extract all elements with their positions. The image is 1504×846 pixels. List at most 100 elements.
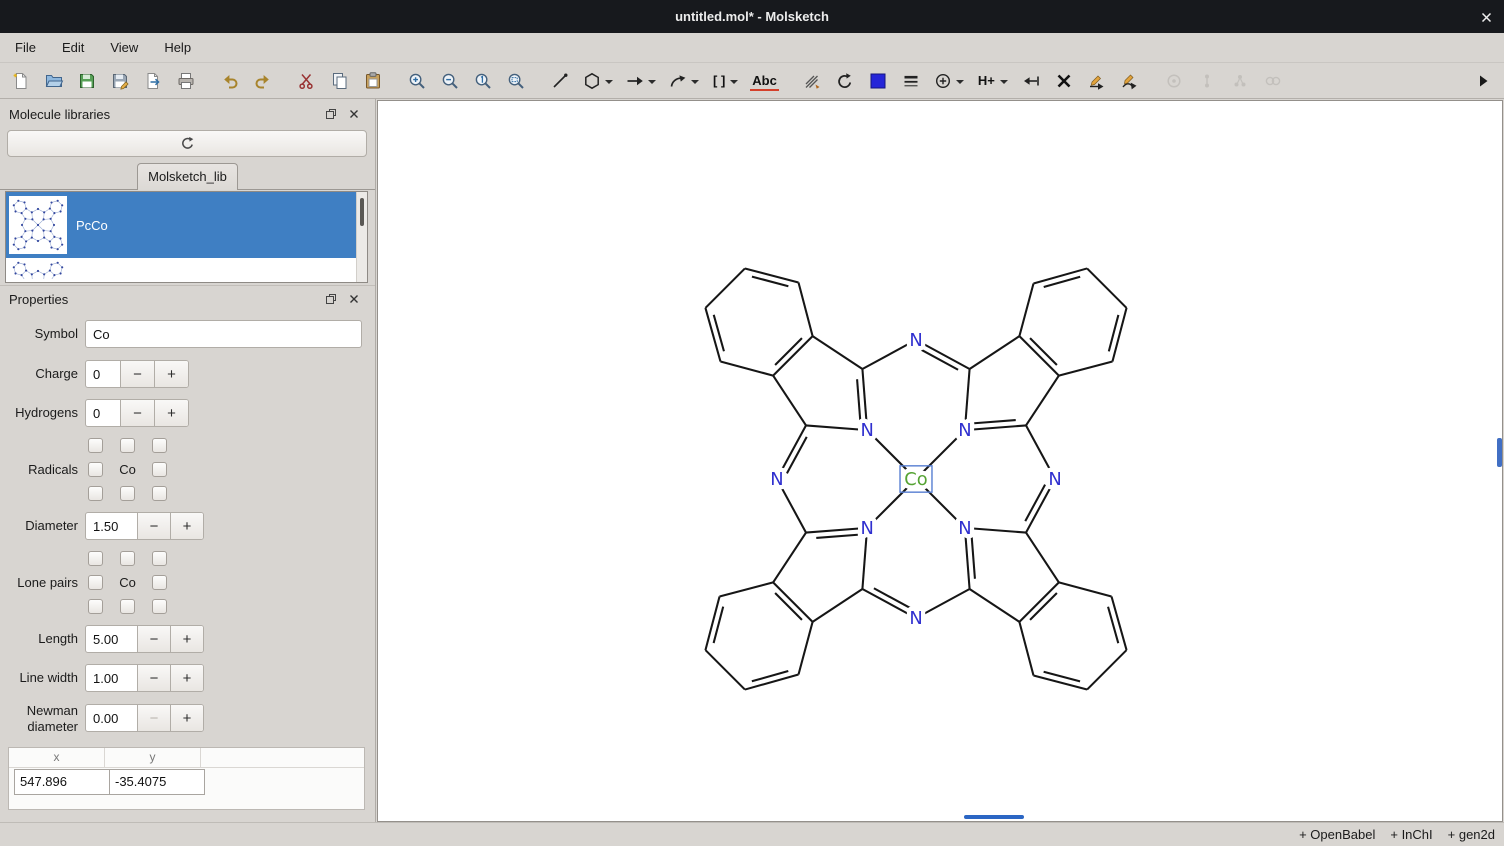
newman-increment-button[interactable]: + (170, 705, 203, 731)
export-button[interactable] (140, 67, 166, 95)
lone-pair-checkbox[interactable] (152, 551, 167, 566)
save-file-button[interactable] (74, 67, 100, 95)
line-width-value[interactable]: 1.00 (86, 665, 137, 691)
line-width-decrement-button[interactable]: − (137, 665, 170, 691)
zoom-in-button[interactable] (404, 67, 430, 95)
hydrogen-tool-button[interactable]: H+ (974, 67, 1011, 95)
float-panel-icon[interactable] (323, 291, 339, 307)
arrow-tool-button[interactable] (623, 67, 659, 95)
window-close-button[interactable] (1478, 9, 1494, 25)
arrow-tool-dropdown-arrow[interactable] (645, 74, 657, 88)
bracket-tool-dropdown-arrow[interactable] (727, 74, 739, 88)
charge-tool-button[interactable] (931, 67, 967, 95)
length-increment-button[interactable]: + (170, 626, 203, 652)
close-panel-icon[interactable] (346, 291, 362, 307)
length-decrement-button[interactable]: − (137, 626, 170, 652)
library-scrollbar[interactable] (356, 192, 367, 282)
optimize-disabled-button[interactable] (1161, 67, 1187, 95)
menu-view[interactable]: View (97, 35, 151, 60)
charge-decrement-button[interactable]: − (120, 361, 154, 387)
library-item-next-partial[interactable] (6, 258, 367, 281)
refresh-library-button[interactable] (7, 130, 367, 157)
ring-pair-disabled-button[interactable] (1260, 67, 1286, 95)
lone-pair-checkbox[interactable] (120, 551, 135, 566)
ring-tool-button[interactable] (580, 67, 616, 95)
close-panel-icon[interactable] (346, 106, 362, 122)
library-item-pcco[interactable]: PcCo (6, 192, 367, 258)
bracket-tool-button[interactable]: [ ] (709, 67, 741, 95)
canvas-vertical-scrollbar-thumb[interactable] (1497, 438, 1502, 467)
radical-checkbox[interactable] (88, 486, 103, 501)
charge-increment-button[interactable]: + (154, 361, 188, 387)
zoom-out-button[interactable] (437, 67, 463, 95)
drawing-canvas[interactable]: NNNNNNNNCo (377, 100, 1503, 822)
align-tool-button[interactable] (1018, 67, 1044, 95)
diameter-value[interactable]: 1.50 (86, 513, 137, 539)
open-file-button[interactable] (41, 67, 67, 95)
coord-y-cell[interactable]: -35.4075 (109, 769, 205, 795)
radical-checkbox[interactable] (152, 462, 167, 477)
undo-button[interactable] (217, 67, 243, 95)
hydrogens-decrement-button[interactable]: − (120, 400, 154, 426)
newman-diameter-value[interactable]: 0.00 (86, 705, 137, 731)
color-swatch-button[interactable] (865, 67, 891, 95)
toolbar-extender-button[interactable] (1470, 67, 1496, 95)
lone-pair-checkbox[interactable] (88, 575, 103, 590)
copy-button[interactable] (327, 67, 353, 95)
lone-pair-checkbox[interactable] (88, 551, 103, 566)
radical-checkbox[interactable] (120, 438, 135, 453)
symbol-input[interactable] (85, 320, 362, 348)
coord-x-cell[interactable]: 547.896 (14, 769, 110, 795)
float-panel-icon[interactable] (323, 106, 339, 122)
menu-edit[interactable]: Edit (49, 35, 97, 60)
paste-button[interactable] (360, 67, 386, 95)
bond-info-disabled-button[interactable] (1194, 67, 1220, 95)
zoom-fit-button[interactable] (503, 67, 529, 95)
canvas-horizontal-scrollbar-thumb[interactable] (964, 815, 1024, 819)
tab-molsketch-lib[interactable]: Molsketch_lib (137, 163, 238, 190)
lone-pair-checkbox[interactable] (152, 575, 167, 590)
cut-button[interactable] (294, 67, 320, 95)
radical-checkbox[interactable] (88, 438, 103, 453)
radical-checkbox[interactable] (152, 438, 167, 453)
hydrogen-tool-dropdown-arrow[interactable] (997, 74, 1009, 88)
atom-info-disabled-button[interactable] (1227, 67, 1253, 95)
mechanism-arrow-button[interactable] (666, 67, 702, 95)
lone-pair-checkbox[interactable] (120, 599, 135, 614)
draw-mechanism-button[interactable] (1084, 67, 1110, 95)
hydrogens-increment-button[interactable]: + (154, 400, 188, 426)
radical-checkbox[interactable] (120, 486, 135, 501)
menu-file[interactable]: File (2, 35, 49, 60)
hydrogens-value[interactable]: 0 (86, 400, 120, 426)
charge-value[interactable]: 0 (86, 361, 120, 387)
print-button[interactable] (173, 67, 199, 95)
molecule-drawing[interactable]: NNNNNNNNCo (681, 244, 1151, 714)
ring-tool-dropdown-arrow[interactable] (602, 74, 614, 88)
redo-button[interactable] (250, 67, 276, 95)
radical-checkbox[interactable] (88, 462, 103, 477)
newman-decrement-button[interactable]: − (137, 705, 170, 731)
length-value[interactable]: 5.00 (86, 626, 137, 652)
diameter-increment-button[interactable]: + (170, 513, 203, 539)
diameter-spinbox: 1.50 − + (85, 512, 204, 540)
charge-tool-dropdown-arrow[interactable] (953, 74, 965, 88)
zoom-original-button[interactable] (470, 67, 496, 95)
diameter-decrement-button[interactable]: − (137, 513, 170, 539)
hatch-tool-button[interactable] (799, 67, 825, 95)
draw-bond-button[interactable] (547, 67, 573, 95)
line-width-increment-button[interactable]: + (170, 665, 203, 691)
lone-pairs-label: Lone pairs (0, 575, 78, 590)
line-width-button[interactable] (898, 67, 924, 95)
new-file-button[interactable] (8, 67, 34, 95)
mechanism-arrow-dropdown-arrow[interactable] (688, 74, 700, 88)
delete-tool-button[interactable] (1051, 67, 1077, 95)
radical-checkbox[interactable] (152, 486, 167, 501)
menu-help[interactable]: Help (151, 35, 204, 60)
edit-mechanism-button[interactable] (1117, 67, 1143, 95)
text-tool-button[interactable]: Abc (748, 67, 781, 95)
lone-pair-checkbox[interactable] (152, 599, 167, 614)
library-scrollbar-thumb[interactable] (360, 198, 364, 226)
lone-pair-checkbox[interactable] (88, 599, 103, 614)
save-as-button[interactable] (107, 67, 133, 95)
rotate-tool-button[interactable] (832, 67, 858, 95)
